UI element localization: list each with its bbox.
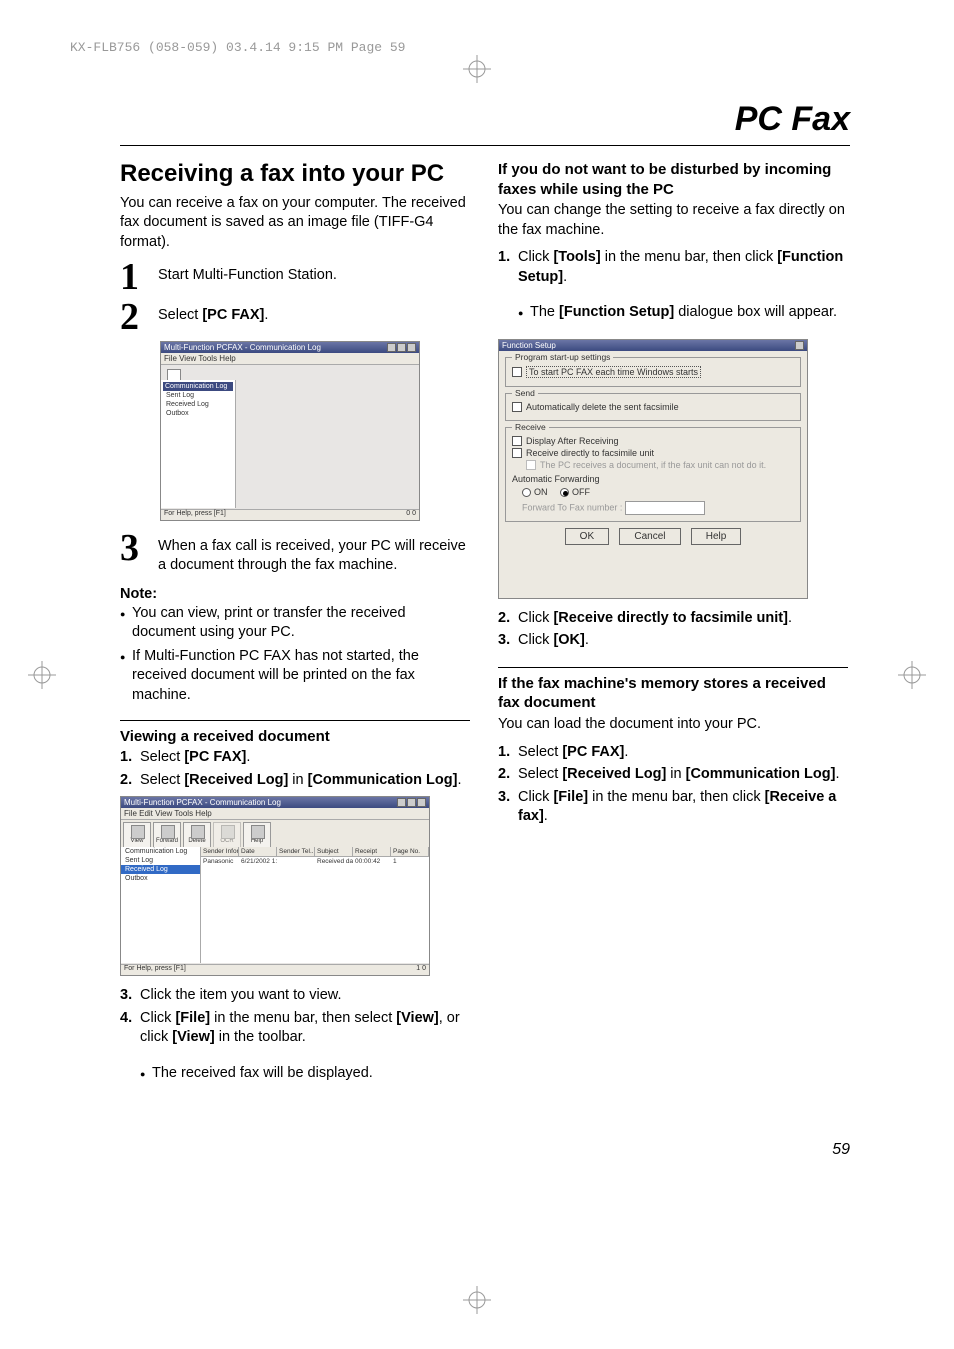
- disturb-body: You can change the setting to receive a …: [498, 201, 848, 240]
- help-button: Help: [691, 528, 742, 545]
- registration-mark-bottom: [463, 1286, 491, 1314]
- step-1: 1 Start Multi-Function Station.: [120, 260, 470, 294]
- registration-mark-right: [898, 661, 926, 689]
- viewing-steps-cont: 3.Click the item you want to view. 4.Cli…: [120, 986, 470, 1048]
- registration-mark-top: [463, 55, 491, 83]
- section-heading: Receiving a fax into your PC: [120, 160, 470, 188]
- memory-body: You can load the document into your PC.: [498, 715, 848, 735]
- print-header: KX-FLB756 (058-059) 03.4.14 9:15 PM Page…: [70, 40, 405, 55]
- step-number: 3: [120, 531, 148, 565]
- step-text: Select [PC FAX].: [158, 300, 268, 326]
- step-3: 3 When a fax call is received, your PC w…: [120, 531, 470, 576]
- note-item: If Multi-Function PC FAX has not started…: [120, 647, 470, 706]
- memory-steps: 1.Select [PC FAX]. 2.Select [Received Lo…: [498, 743, 848, 827]
- viewing-sub-bullet: The received fax will be displayed.: [120, 1064, 470, 1084]
- step-text: When a fax call is received, your PC wil…: [158, 531, 470, 576]
- viewing-heading: Viewing a received document: [120, 727, 470, 747]
- screenshot-pcfax-empty: Multi-Function PCFAX - Communication Log…: [160, 341, 420, 521]
- disturb-steps: 1.Click [Tools] in the menu bar, then cl…: [498, 248, 848, 287]
- step-2: 2 Select [PC FAX].: [120, 300, 470, 334]
- cancel-button: Cancel: [619, 528, 680, 545]
- right-column: If you do not want to be disturbed by in…: [498, 160, 848, 1099]
- intro-text: You can receive a fax on your computer. …: [120, 194, 470, 253]
- step-text: Start Multi-Function Station.: [158, 260, 337, 286]
- memory-heading: If the fax machine's memory stores a rec…: [498, 674, 848, 713]
- left-column: Receiving a fax into your PC You can rec…: [120, 160, 470, 1099]
- disturb-steps-cont: 2.Click [Receive directly to facsimile u…: [498, 609, 848, 651]
- registration-mark-left: [28, 661, 56, 689]
- step-number: 1: [120, 260, 148, 294]
- ok-button: OK: [565, 528, 609, 545]
- screenshot-pcfax-received-log: Multi-Function PCFAX - Communication Log…: [120, 796, 430, 976]
- note-heading: Note:: [120, 586, 470, 602]
- page-number: 59: [832, 1141, 850, 1159]
- step-number: 2: [120, 300, 148, 334]
- disturb-heading: If you do not want to be disturbed by in…: [498, 160, 848, 199]
- screenshot-function-setup: Function Setup Program start-up settings…: [498, 339, 808, 599]
- viewing-steps: 1.Select [PC FAX]. 2.Select [Received Lo…: [120, 748, 470, 790]
- note-item: You can view, print or transfer the rece…: [120, 604, 470, 643]
- note-list: You can view, print or transfer the rece…: [120, 604, 470, 706]
- disturb-sub-bullet: The [Function Setup] dialogue box will a…: [498, 303, 848, 323]
- page-title: PC Fax: [120, 100, 850, 146]
